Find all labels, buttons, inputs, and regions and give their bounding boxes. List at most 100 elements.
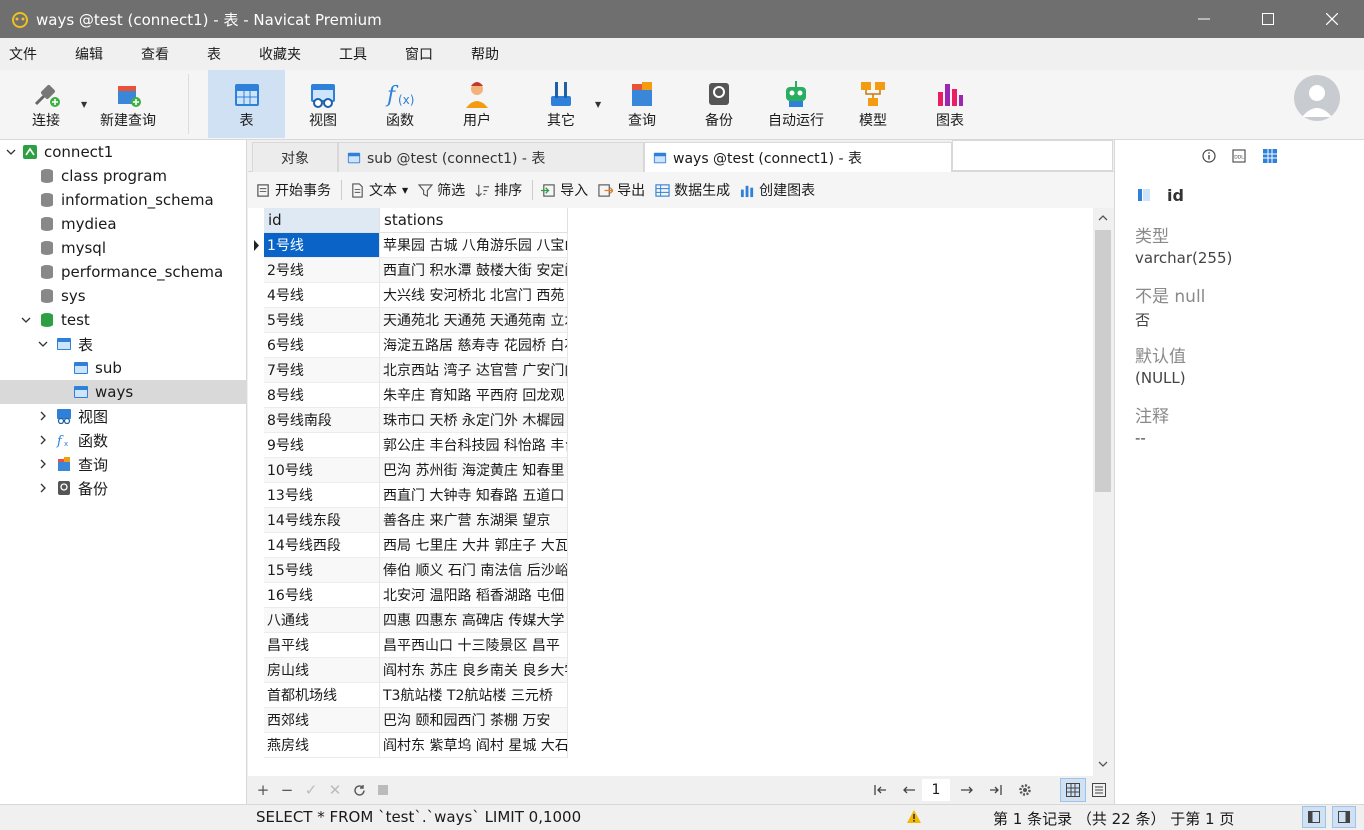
chevron-down-icon[interactable]	[5, 146, 17, 158]
export-button[interactable]: 导出	[598, 180, 645, 200]
toggle-right-panel-button[interactable]	[1332, 806, 1356, 828]
cell-id[interactable]: 16号线	[264, 583, 380, 608]
chevron-right-icon[interactable]	[37, 482, 49, 494]
menu-favorites[interactable]: 收藏夹	[244, 44, 316, 64]
data-grid[interactable]: id stations 1号线 苹果园 古城 八角游乐园 八宝山 2号线 西直门 积水…	[248, 208, 1093, 776]
cell-stations[interactable]: 大兴线 安河桥北 北宫门 西苑	[380, 283, 568, 308]
sort-button[interactable]: 排序	[475, 180, 522, 200]
tree-db-information-schema[interactable]: information_schema	[0, 188, 247, 212]
row-marker[interactable]	[248, 683, 264, 708]
vertical-scrollbar[interactable]	[1093, 208, 1113, 776]
create-chart-button[interactable]: 创建图表	[740, 180, 815, 200]
menu-file[interactable]: 文件	[0, 44, 52, 64]
tab-objects[interactable]: 对象	[252, 142, 338, 172]
tree-db-performance-schema[interactable]: performance_schema	[0, 260, 247, 284]
tab-search-box[interactable]	[952, 140, 1113, 171]
table-row[interactable]: 7号线 北京西站 湾子 达官营 广安门内	[248, 358, 568, 383]
scroll-up-icon[interactable]	[1097, 212, 1109, 224]
scrollbar-thumb[interactable]	[1095, 230, 1111, 492]
cell-id[interactable]: 首都机场线	[264, 683, 380, 708]
last-page-button[interactable]	[986, 780, 1006, 800]
add-record-button[interactable]: +	[253, 780, 273, 800]
cell-stations[interactable]: 北安河 温阳路 稻香湖路 屯佃	[380, 583, 568, 608]
table-row[interactable]: 昌平线 昌平西山口 十三陵景区 昌平	[248, 633, 568, 658]
tree-db-class-program[interactable]: class program	[0, 164, 247, 188]
warning-icon[interactable]	[906, 809, 922, 824]
cell-stations[interactable]: 阎村东 苏庄 良乡南关 良乡大学城	[380, 658, 568, 683]
chart-button[interactable]: 图表	[916, 70, 984, 138]
menu-help[interactable]: 帮助	[456, 44, 514, 64]
row-marker[interactable]	[248, 633, 264, 658]
row-marker[interactable]	[248, 283, 264, 308]
text-dropdown-icon[interactable]: ▼	[402, 186, 408, 195]
cell-id[interactable]: 房山线	[264, 658, 380, 683]
connect-dropdown-icon[interactable]: ▼	[81, 100, 87, 109]
row-marker[interactable]	[248, 733, 264, 758]
cell-stations[interactable]: 天通苑北 天通苑 天通苑南 立水桥	[380, 308, 568, 333]
view-button[interactable]: 视图	[289, 70, 357, 138]
chevron-down-icon[interactable]	[20, 314, 32, 326]
table-row[interactable]: 9号线郭公庄 丰台科技园 科怡路 丰台南路	[248, 433, 568, 458]
refresh-button[interactable]	[349, 780, 369, 800]
row-marker[interactable]	[248, 308, 264, 333]
delete-record-button[interactable]: −	[277, 780, 297, 800]
begin-transaction-button[interactable]: 开始事务	[256, 180, 331, 200]
ddl-icon[interactable]: DDL	[1232, 149, 1246, 163]
tree-group-queries[interactable]: 查询	[0, 452, 247, 476]
row-marker[interactable]	[248, 558, 264, 583]
cell-stations[interactable]: 四惠 四惠东 高碑店 传媒大学	[380, 608, 568, 633]
tree-db-mydiea[interactable]: mydiea	[0, 212, 247, 236]
table-row[interactable]: 15号线 俸伯 顺义 石门 南法信 后沙峪	[248, 558, 568, 583]
automation-button[interactable]: 自动运行	[760, 70, 832, 138]
cell-id[interactable]: 7号线	[264, 358, 380, 383]
cell-stations[interactable]: 西局 七里庄 大井 郭庄子 大瓦窑	[380, 533, 568, 558]
cell-id[interactable]: 6号线	[264, 333, 380, 358]
cell-id[interactable]: 9号线	[264, 433, 380, 458]
menu-view[interactable]: 查看	[126, 44, 184, 64]
data-generation-button[interactable]: 数据生成	[655, 180, 730, 200]
table-row[interactable]: 6号线海淀五路居 慈寿寺 花园桥 白石桥	[248, 333, 568, 358]
cell-id[interactable]: 八通线	[264, 608, 380, 633]
table-row[interactable]: 5号线天通苑北 天通苑 天通苑南 立水桥	[248, 308, 568, 333]
cell-stations[interactable]: 北京西站 湾子 达官营 广安门内	[380, 358, 568, 383]
cell-id[interactable]: 1号线	[264, 233, 380, 258]
cell-stations[interactable]: T3航站楼 T2航站楼 三元桥	[380, 683, 568, 708]
row-marker[interactable]	[248, 658, 264, 683]
scroll-down-icon[interactable]	[1097, 758, 1109, 770]
query-button[interactable]: 查询	[608, 70, 676, 138]
cell-stations[interactable]: 朱辛庄 育知路 平西府 回龙观	[380, 383, 568, 408]
cell-id[interactable]: 昌平线	[264, 633, 380, 658]
cell-stations[interactable]: 珠市口 天桥 永定门外 木樨园	[380, 408, 568, 433]
cell-id[interactable]: 14号线东段	[264, 508, 380, 533]
grid-view-button[interactable]	[1060, 778, 1086, 802]
function-button[interactable]: f (x) 函数	[366, 70, 434, 138]
current-row-marker-icon[interactable]	[248, 233, 264, 258]
row-marker[interactable]	[248, 458, 264, 483]
cell-id[interactable]: 燕房线	[264, 733, 380, 758]
cell-id[interactable]: 西郊线	[264, 708, 380, 733]
row-marker[interactable]	[248, 508, 264, 533]
row-marker[interactable]	[248, 483, 264, 508]
other-button[interactable]: 其它	[527, 70, 595, 138]
row-marker[interactable]	[248, 358, 264, 383]
menu-window[interactable]: 窗口	[390, 44, 448, 64]
cell-stations[interactable]: 海淀五路居 慈寿寺 花园桥 白石桥	[380, 333, 568, 358]
tree-group-backups[interactable]: 备份	[0, 476, 247, 500]
tab-sub[interactable]: sub @test (connect1) - 表	[338, 142, 644, 172]
table-row[interactable]: 16号线 北安河 温阳路 稻香湖路 屯佃	[248, 583, 568, 608]
text-button[interactable]: 文本 ▼	[350, 180, 408, 200]
tree-db-mysql[interactable]: mysql	[0, 236, 247, 260]
cell-stations[interactable]: 巴沟 颐和园西门 茶棚 万安	[380, 708, 568, 733]
cell-stations[interactable]: 巴沟 苏州街 海淀黄庄 知春里	[380, 458, 568, 483]
cell-stations[interactable]: 郭公庄 丰台科技园 科怡路 丰台南路	[380, 433, 568, 458]
cell-id[interactable]: 5号线	[264, 308, 380, 333]
table-button[interactable]: 表	[208, 70, 285, 138]
connect-button[interactable]: 连接	[18, 70, 74, 138]
table-row[interactable]: 14号线东段 善各庄 来广营 东湖渠 望京	[248, 508, 568, 533]
row-marker[interactable]	[248, 533, 264, 558]
chevron-right-icon[interactable]	[37, 434, 49, 446]
table-row[interactable]: 2号线 西直门 积水潭 鼓楼大街 安定门	[248, 258, 568, 283]
cell-stations[interactable]: 苹果园 古城 八角游乐园 八宝山	[380, 233, 568, 258]
cell-stations[interactable]: 阎村东 紫草坞 阎村 星城 大石河东	[380, 733, 568, 758]
cell-id[interactable]: 14号线西段	[264, 533, 380, 558]
